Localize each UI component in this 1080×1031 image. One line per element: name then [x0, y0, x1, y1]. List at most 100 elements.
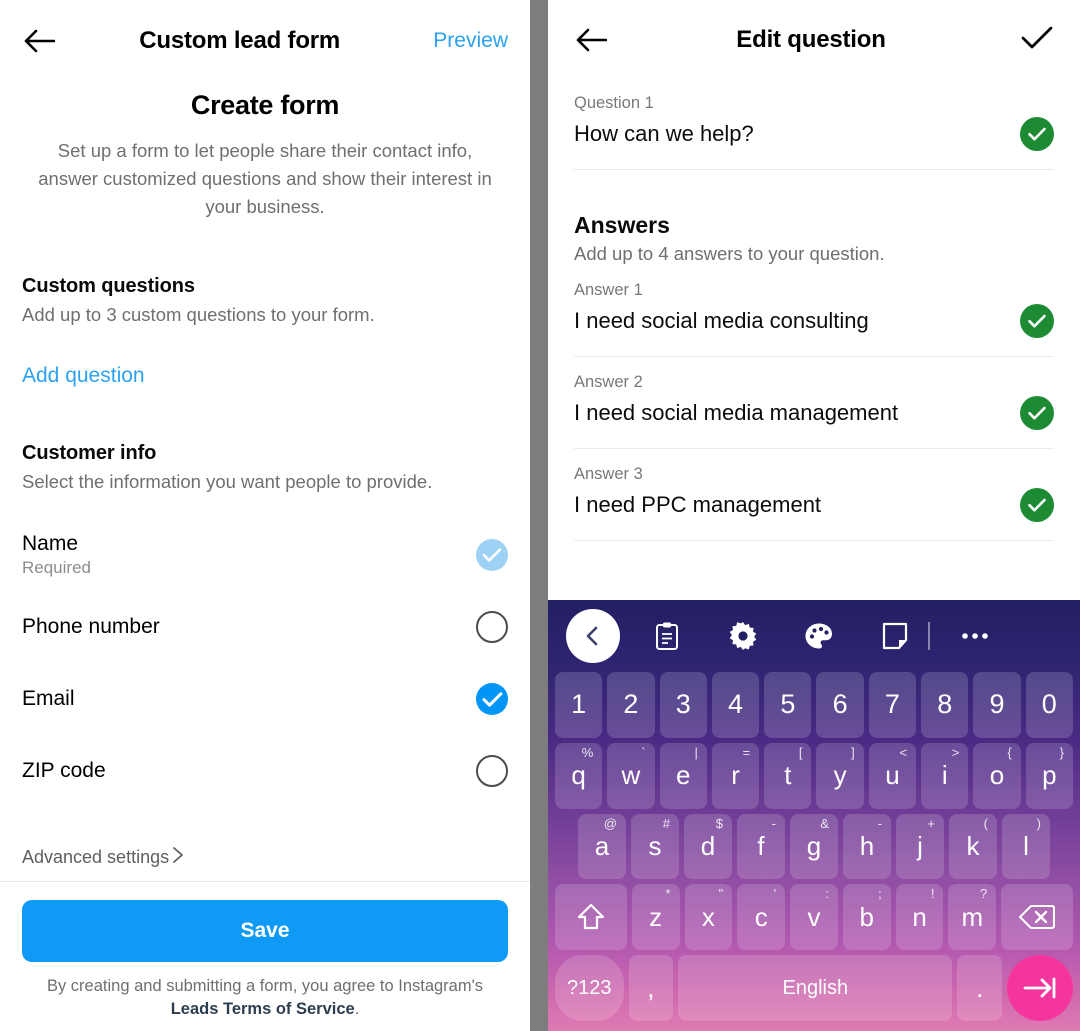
- key-h[interactable]: -h: [843, 813, 891, 880]
- save-button[interactable]: Save: [22, 899, 508, 962]
- more-options-icon[interactable]: [948, 609, 1002, 663]
- period-key[interactable]: .: [957, 955, 1003, 1021]
- key-e[interactable]: | e: [659, 742, 707, 809]
- key-d[interactable]: $ d: [684, 813, 732, 880]
- key-8[interactable]: 8: [921, 672, 969, 738]
- right-header-bar: Edit question: [548, 0, 1080, 80]
- key-u[interactable]: < u: [868, 742, 917, 809]
- advanced-settings-row[interactable]: Advanced settings: [0, 835, 530, 881]
- shift-key-icon[interactable]: [555, 884, 627, 951]
- key-x[interactable]: " x: [684, 884, 733, 951]
- key-t[interactable]: [t: [764, 742, 812, 809]
- key-p[interactable]: } p: [1025, 742, 1073, 809]
- key-a-label: a: [594, 830, 610, 861]
- answer-input-row-3[interactable]: I need PPC management: [574, 484, 1054, 541]
- answer-input-row-1[interactable]: I need social media consulting: [574, 300, 1054, 357]
- key-q[interactable]: % q: [555, 742, 603, 809]
- back-chevron-icon[interactable]: [566, 609, 620, 663]
- row-labels: Phone number: [22, 615, 476, 639]
- question-input[interactable]: How can we help?: [574, 121, 1020, 147]
- key-t-sup: [: [798, 744, 803, 760]
- checkmark-icon[interactable]: [1020, 25, 1054, 56]
- key-5[interactable]: 5: [764, 672, 812, 738]
- key-m[interactable]: ? m: [948, 884, 997, 951]
- key-g-label: g: [806, 830, 822, 861]
- checkbox-phone-number[interactable]: [476, 611, 508, 644]
- key-w[interactable]: ` w: [607, 742, 655, 809]
- key-f-label: f: [757, 830, 765, 861]
- key-g-sup: &: [820, 815, 829, 831]
- left-footer: Save By creating and submitting a form, …: [0, 880, 530, 1031]
- symbols-key[interactable]: ?123: [555, 955, 624, 1021]
- answer-input-1[interactable]: I need social media consulting: [574, 308, 1020, 334]
- enter-key-icon[interactable]: [1007, 955, 1074, 1021]
- key-y[interactable]: ] y: [816, 742, 864, 809]
- customer-info-row-zip-code[interactable]: ZIP code: [22, 735, 508, 807]
- answer-valid-icon-2: [1020, 396, 1054, 430]
- answer-input-2[interactable]: I need social media management: [574, 400, 1020, 426]
- backspace-key-icon[interactable]: [1001, 884, 1073, 951]
- key-h-label: h: [859, 830, 875, 861]
- key-t-label: t: [784, 760, 792, 791]
- key-4[interactable]: 4: [711, 672, 760, 738]
- clipboard-icon[interactable]: [640, 609, 694, 663]
- toolbar-divider: [928, 622, 930, 650]
- key-k[interactable]: (k: [949, 813, 997, 880]
- key-r[interactable]: = r: [711, 742, 760, 809]
- preview-button[interactable]: Preview: [433, 29, 508, 53]
- key-z[interactable]: * z: [631, 884, 680, 951]
- key-v[interactable]: :v: [790, 884, 838, 951]
- spacebar-key[interactable]: English: [678, 955, 953, 1021]
- key-9[interactable]: 9: [973, 672, 1021, 738]
- checkbox-email[interactable]: [476, 683, 508, 716]
- advanced-settings-label-wrap: Advanced settings: [22, 846, 185, 869]
- key-f[interactable]: -f: [737, 813, 785, 880]
- advanced-settings-label: Advanced settings: [22, 847, 170, 868]
- key-c[interactable]: ' c: [737, 884, 786, 951]
- key-j-label: j: [917, 830, 923, 861]
- key-l[interactable]: ) l: [1002, 813, 1050, 880]
- answer-input-row-2[interactable]: I need social media management: [574, 392, 1054, 449]
- key-l-sup: ): [1036, 815, 1041, 831]
- key-x-sup: ": [718, 886, 724, 902]
- key-k-label: k: [966, 830, 980, 861]
- question-label: Question 1: [574, 94, 654, 112]
- key-i[interactable]: > i: [921, 742, 969, 809]
- customer-info-row-phone[interactable]: Phone number: [22, 591, 508, 663]
- answers-subtitle: Add up to 4 answers to your question.: [574, 243, 885, 264]
- row-labels: Name Required: [22, 532, 476, 578]
- key-v-label: v: [807, 901, 821, 932]
- answer-field-group-1: Answer 1 I need social media consulting: [574, 281, 1054, 357]
- answer-input-3[interactable]: I need PPC management: [574, 492, 1020, 518]
- question-input-row[interactable]: How can we help?: [574, 113, 1054, 170]
- key-b[interactable]: ; b: [842, 884, 891, 951]
- key-n[interactable]: ! n: [895, 884, 944, 951]
- key-f-sup: -: [771, 815, 776, 831]
- palette-icon[interactable]: [792, 609, 846, 663]
- checkbox-zip-code[interactable]: [476, 755, 508, 788]
- key-r-label: r: [731, 760, 740, 791]
- key-o[interactable]: {o: [973, 742, 1021, 809]
- key-6[interactable]: 6: [816, 672, 864, 738]
- key-0[interactable]: 0: [1025, 672, 1073, 738]
- key-s[interactable]: # s: [631, 813, 679, 880]
- field-label-name: Name: [22, 532, 79, 556]
- customer-info-row-email[interactable]: Email: [22, 663, 508, 735]
- key-7[interactable]: 7: [868, 672, 917, 738]
- key-j[interactable]: + j: [896, 813, 944, 880]
- customer-info-row-name[interactable]: Name Required: [22, 519, 508, 591]
- terms-of-service-link[interactable]: Leads Terms of Service: [171, 1000, 355, 1018]
- comma-key[interactable]: ,: [628, 955, 674, 1021]
- add-question-button[interactable]: Add question: [22, 364, 508, 388]
- key-g[interactable]: & g: [790, 813, 838, 880]
- checkbox-name[interactable]: [476, 539, 508, 572]
- key-a[interactable]: @ a: [578, 813, 626, 880]
- gear-icon[interactable]: [716, 609, 770, 663]
- key-2[interactable]: 2: [607, 672, 655, 738]
- key-1[interactable]: 1: [555, 672, 603, 738]
- key-a-sup: @: [603, 815, 617, 831]
- sticker-note-icon[interactable]: [868, 609, 922, 663]
- key-d-label: d: [700, 830, 716, 861]
- key-3[interactable]: 3: [659, 672, 707, 738]
- custom-questions-section: Custom questions Add up to 3 custom ques…: [22, 275, 508, 388]
